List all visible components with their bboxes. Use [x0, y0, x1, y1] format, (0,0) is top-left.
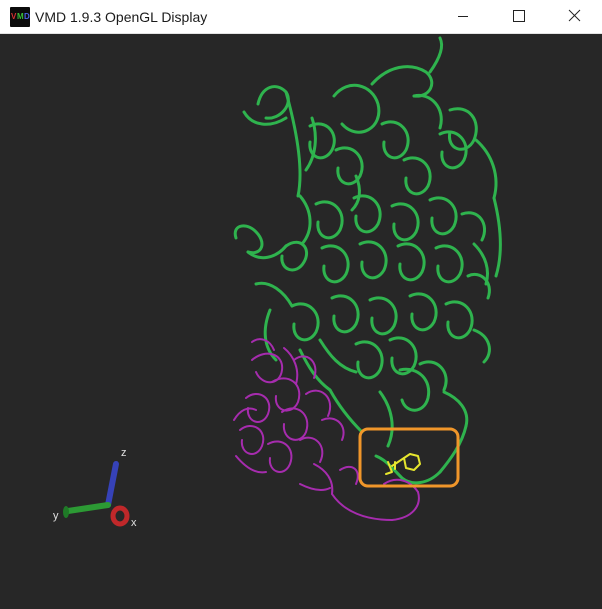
opengl-display-canvas[interactable]: z y x	[0, 34, 602, 609]
minimize-icon	[458, 16, 468, 17]
z-axis	[105, 461, 119, 508]
protein-chain-green	[233, 36, 502, 485]
y-axis-label: y	[53, 510, 59, 522]
close-icon	[568, 9, 581, 22]
minimize-button[interactable]	[440, 0, 486, 33]
x-axis	[110, 505, 130, 527]
ligand-molecule	[385, 453, 421, 475]
z-axis-label: z	[121, 447, 127, 459]
axes-indicator: z y x	[53, 447, 137, 529]
title-bar[interactable]: V M D VMD 1.9.3 OpenGL Display	[0, 0, 602, 34]
maximize-button[interactable]	[496, 0, 542, 33]
close-button[interactable]	[552, 0, 598, 33]
ligand-highlight-box	[358, 427, 460, 488]
maximize-icon	[513, 10, 525, 22]
window-title: VMD 1.9.3 OpenGL Display	[35, 9, 208, 25]
vmd-logo-icon: V M D	[10, 7, 30, 27]
vmd-display-window: V M D VMD 1.9.3 OpenGL Display z y x	[0, 0, 602, 609]
y-axis-tip	[63, 506, 69, 518]
x-axis-label: x	[131, 517, 137, 529]
y-axis	[65, 502, 111, 514]
